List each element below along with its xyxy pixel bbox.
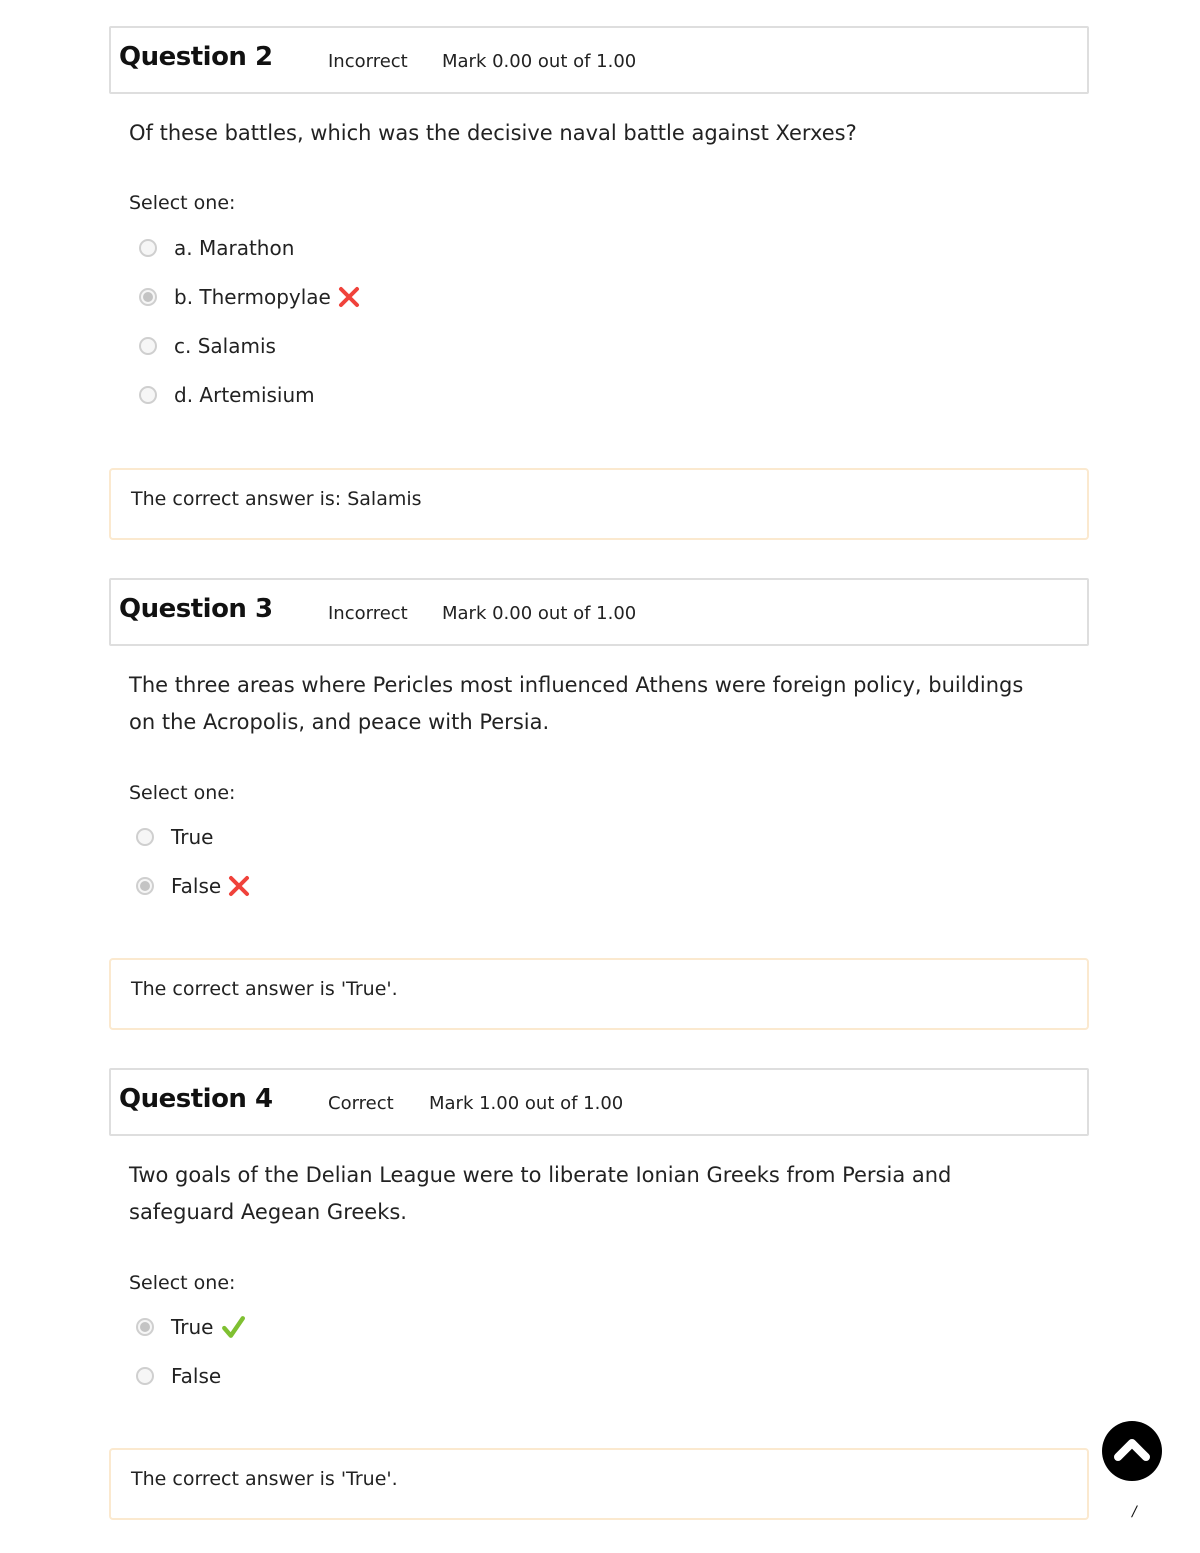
select-one-label: Select one: (129, 192, 236, 214)
feedback-box: The correct answer is 'True'. (109, 958, 1089, 1030)
question-text-line: safeguard Aegean Greeks. (129, 1200, 407, 1224)
option-label: b. Thermopylae (174, 285, 331, 309)
question-text-line: Two goals of the Delian League were to l… (129, 1163, 952, 1187)
question-mark: Mark 0.00 out of 1.00 (442, 603, 637, 624)
scroll-to-top-button[interactable] (1102, 1421, 1162, 1481)
question-text: Of these battles, which was the decisive… (129, 121, 857, 145)
answer-option[interactable]: True (136, 1315, 246, 1339)
option-label: c. Salamis (174, 334, 276, 358)
chevron-up-icon (1114, 1439, 1150, 1461)
question-title: Question 2 (119, 42, 273, 72)
answer-option[interactable]: True (136, 825, 213, 849)
radio-button-selected[interactable] (139, 288, 157, 306)
question-mark: Mark 1.00 out of 1.00 (429, 1093, 624, 1114)
question-2-header: Question 2 Incorrect Mark 0.00 out of 1.… (109, 26, 1089, 94)
question-text-line: on the Acropolis, and peace with Persia. (129, 710, 550, 734)
option-label: a. Marathon (174, 236, 295, 260)
radio-button[interactable] (139, 337, 157, 355)
answer-option[interactable]: False (136, 874, 250, 898)
answer-option[interactable]: b. Thermopylae (139, 285, 360, 309)
question-state: Correct (328, 1093, 394, 1114)
select-one-label: Select one: (129, 782, 236, 804)
question-mark: Mark 0.00 out of 1.00 (442, 51, 637, 72)
question-3-header: Question 3 Incorrect Mark 0.00 out of 1.… (109, 578, 1089, 646)
correct-answer-text: The correct answer is 'True'. (131, 978, 398, 1000)
feedback-box: The correct answer is 'True'. (109, 1448, 1089, 1520)
incorrect-icon (229, 876, 250, 896)
select-one-label: Select one: (129, 1272, 236, 1294)
radio-button[interactable] (136, 1367, 154, 1385)
option-label: True (171, 1315, 214, 1339)
option-label: False (171, 874, 222, 898)
feedback-box: The correct answer is: Salamis (109, 468, 1089, 540)
option-label: True (171, 825, 214, 849)
radio-button-selected[interactable] (136, 877, 154, 895)
radio-button[interactable] (136, 828, 154, 846)
radio-button-selected[interactable] (136, 1318, 154, 1336)
radio-button[interactable] (139, 386, 157, 404)
answer-option[interactable]: a. Marathon (139, 236, 294, 260)
question-4-header: Question 4 Correct Mark 1.00 out of 1.00 (109, 1068, 1089, 1136)
question-state: Incorrect (328, 51, 408, 72)
option-label: False (171, 1364, 222, 1388)
incorrect-icon (338, 287, 359, 307)
question-text: The three areas where Pericles most infl… (129, 667, 1049, 741)
correct-icon (222, 1316, 246, 1338)
question-state: Incorrect (328, 603, 408, 624)
answer-option[interactable]: d. Artemisium (139, 383, 315, 407)
option-label: d. Artemisium (174, 383, 315, 407)
question-text-line: The three areas where Pericles most infl… (129, 673, 1024, 697)
answer-option[interactable]: False (136, 1364, 221, 1388)
question-title: Question 3 (119, 594, 273, 624)
page-number: / (1132, 1504, 1137, 1520)
question-title: Question 4 (119, 1084, 273, 1114)
radio-button[interactable] (139, 239, 157, 257)
answer-option[interactable]: c. Salamis (139, 334, 276, 358)
correct-answer-text: The correct answer is: Salamis (131, 488, 422, 510)
correct-answer-text: The correct answer is 'True'. (131, 1468, 398, 1490)
question-text: Two goals of the Delian League were to l… (129, 1157, 1049, 1231)
